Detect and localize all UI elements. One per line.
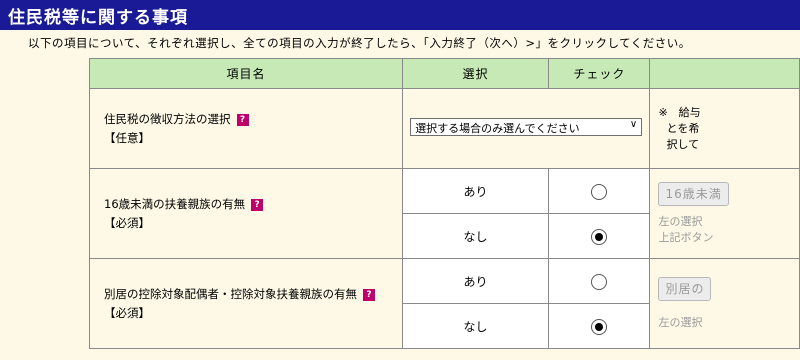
item-label: 16歳未満の扶養親族の有無 bbox=[104, 196, 246, 211]
table-row-collection-method: 住民税の徴収方法の選択? 【任意】 選択する場合のみ選んでください ∨ ※ 給与… bbox=[89, 88, 800, 169]
option-label-yes: あり bbox=[401, 258, 550, 304]
radio-cell bbox=[548, 303, 651, 349]
item-cell: 別居の控除対象配偶者・控除対象扶養親族の有無? 【必須】 bbox=[89, 258, 403, 349]
under16-detail-button[interactable]: 16歳未満 bbox=[658, 181, 729, 206]
section-title: 住民税等に関する事項 bbox=[8, 8, 188, 28]
separated-yes-radio[interactable] bbox=[591, 274, 608, 290]
option-label-yes: あり bbox=[401, 168, 550, 214]
column-header-item: 項目名 bbox=[89, 58, 403, 89]
side-cell: 16歳未満 左の選択 上記ボタン bbox=[649, 168, 800, 259]
table-row-under16-yes: 16歳未満の扶養親族の有無? 【必須】 あり 16歳未満 左の選択 上記ボタン bbox=[89, 168, 800, 259]
select-value: 選択する場合のみ選んでください bbox=[415, 122, 580, 135]
separated-detail-button[interactable]: 別居の bbox=[658, 276, 712, 301]
option-label-no: なし bbox=[401, 303, 550, 349]
requirement-label: 【任意】 bbox=[104, 130, 150, 145]
radio-cell bbox=[548, 258, 651, 304]
item-label: 住民税の徴収方法の選択 bbox=[104, 111, 231, 126]
item-cell: 16歳未満の扶養親族の有無? 【必須】 bbox=[89, 168, 403, 259]
section-header: 住民税等に関する事項 bbox=[0, 0, 800, 30]
side-note-cell: ※ 給与 とを希 択して bbox=[649, 88, 800, 169]
radio-cell bbox=[548, 168, 651, 214]
instruction-text: 以下の項目について、それぞれ選択し、全ての項目の入力が終了したら、「入力終了（次… bbox=[28, 36, 691, 50]
collection-method-select[interactable]: 選択する場合のみ選んでください ∨ bbox=[410, 118, 643, 136]
item-cell: 住民税の徴収方法の選択? 【任意】 bbox=[89, 88, 403, 169]
side-cell: 別居の 左の選択 bbox=[649, 258, 800, 349]
item-label: 別居の控除対象配偶者・控除対象扶養親族の有無 bbox=[104, 286, 357, 301]
side-note-line: 択して bbox=[666, 137, 700, 151]
tax-items-table: 項目名 選択 チェック 住民税の徴収方法の選択? 【任意】 選択する場合のみ選ん… bbox=[89, 58, 800, 349]
side-note-line: ※ 給与 bbox=[658, 105, 701, 119]
under16-no-radio[interactable] bbox=[591, 229, 608, 245]
column-header-extra bbox=[649, 58, 800, 89]
separated-no-radio[interactable] bbox=[591, 319, 608, 335]
column-header-check: チェック bbox=[548, 58, 651, 89]
select-cell: 選択する場合のみ選んでください ∨ bbox=[401, 88, 651, 169]
column-header-select: 選択 bbox=[401, 58, 550, 89]
table-row-separated-yes: 別居の控除対象配偶者・控除対象扶養親族の有無? 【必須】 あり 別居の 左の選択 bbox=[89, 258, 800, 349]
chevron-down-icon: ∨ bbox=[629, 119, 638, 130]
option-label-no: なし bbox=[401, 213, 550, 259]
requirement-label: 【必須】 bbox=[104, 305, 150, 320]
side-muted-line: 上記ボタン bbox=[658, 230, 714, 244]
table-header-row: 項目名 選択 チェック bbox=[89, 58, 800, 89]
under16-yes-radio[interactable] bbox=[591, 184, 608, 200]
help-icon[interactable]: ? bbox=[236, 113, 249, 126]
side-muted-line: 左の選択 bbox=[658, 315, 703, 329]
radio-cell bbox=[548, 213, 651, 259]
side-muted-line: 左の選択 bbox=[658, 214, 703, 228]
side-note-line: とを希 bbox=[666, 121, 700, 135]
help-icon[interactable]: ? bbox=[251, 198, 264, 211]
help-icon[interactable]: ? bbox=[363, 288, 375, 301]
requirement-label: 【必須】 bbox=[104, 215, 150, 230]
